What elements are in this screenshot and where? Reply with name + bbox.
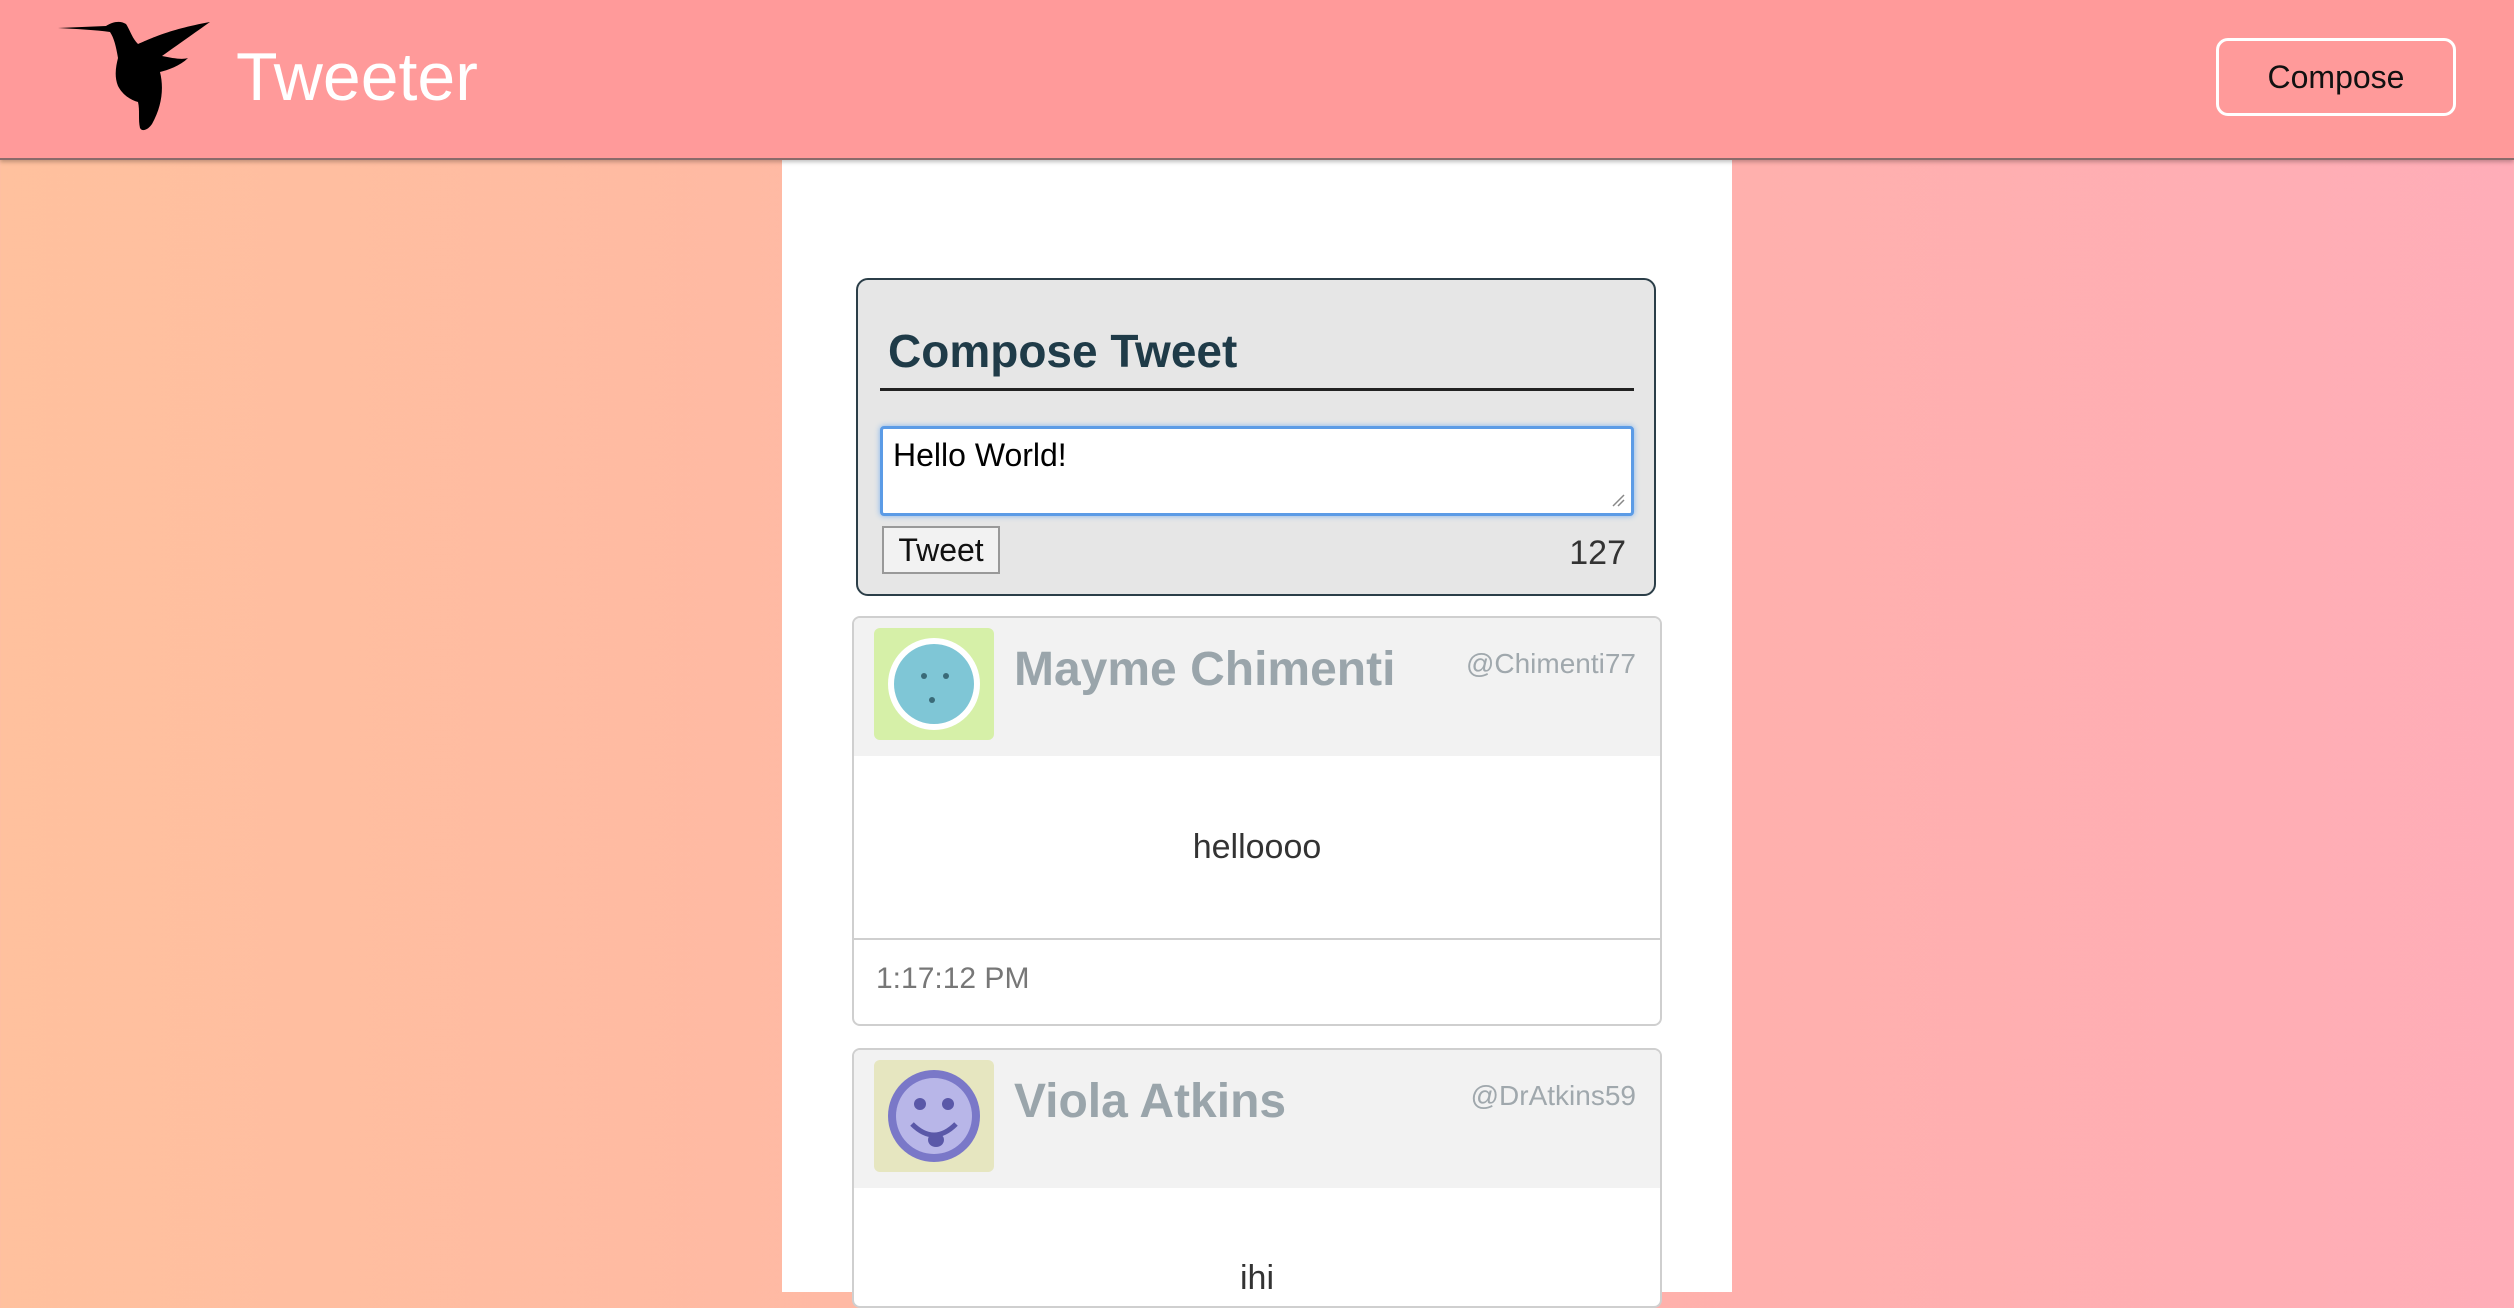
hummingbird-icon <box>58 21 210 131</box>
tweet-header: Mayme Chimenti @Chimenti77 <box>854 618 1660 756</box>
tweet-card: Viola Atkins @DrAtkins59 ihi <box>852 1048 1662 1308</box>
tweet-content: ihi <box>1239 1259 1275 1297</box>
tweet-author-name: Mayme Chimenti <box>1014 643 1396 696</box>
tweet-header: Viola Atkins @DrAtkins59 <box>854 1050 1660 1188</box>
tweet-author-name: Viola Atkins <box>1014 1075 1287 1128</box>
tweet-card: Mayme Chimenti @Chimenti77 helloooo 1:17… <box>852 616 1662 1026</box>
compose-title: Compose Tweet <box>888 325 1238 377</box>
tweet-footer: 1:17:12 PM <box>854 938 1660 1024</box>
compose-tweet-form: Compose Tweet Hello World! Tweet 127 <box>856 278 1656 596</box>
brand-title[interactable]: Tweeter <box>236 38 478 116</box>
main-column: Compose Tweet Hello World! Tweet 127 May… <box>782 158 1732 1308</box>
tweet-author-handle: @Chimenti77 <box>1465 648 1636 679</box>
divider <box>880 388 1634 391</box>
compose-button[interactable]: Compose <box>2216 38 2456 116</box>
tongue-smiley-avatar-icon <box>874 1060 994 1172</box>
tweet-content: helloooo <box>1192 827 1322 866</box>
smiley-avatar-icon <box>874 628 994 740</box>
tweet-timestamp: 1:17:12 PM <box>876 962 1030 995</box>
top-nav: Tweeter Compose <box>0 0 2514 160</box>
character-counter: 127 <box>1569 534 1626 572</box>
tweet-textarea-value: Hello World! <box>893 437 1067 473</box>
tweet-textarea[interactable]: Hello World! <box>880 426 1634 516</box>
tweet-submit-button[interactable]: Tweet <box>882 526 1000 574</box>
tweet-author-handle: @DrAtkins59 <box>1470 1080 1636 1111</box>
resize-grip-icon[interactable] <box>1611 493 1625 507</box>
